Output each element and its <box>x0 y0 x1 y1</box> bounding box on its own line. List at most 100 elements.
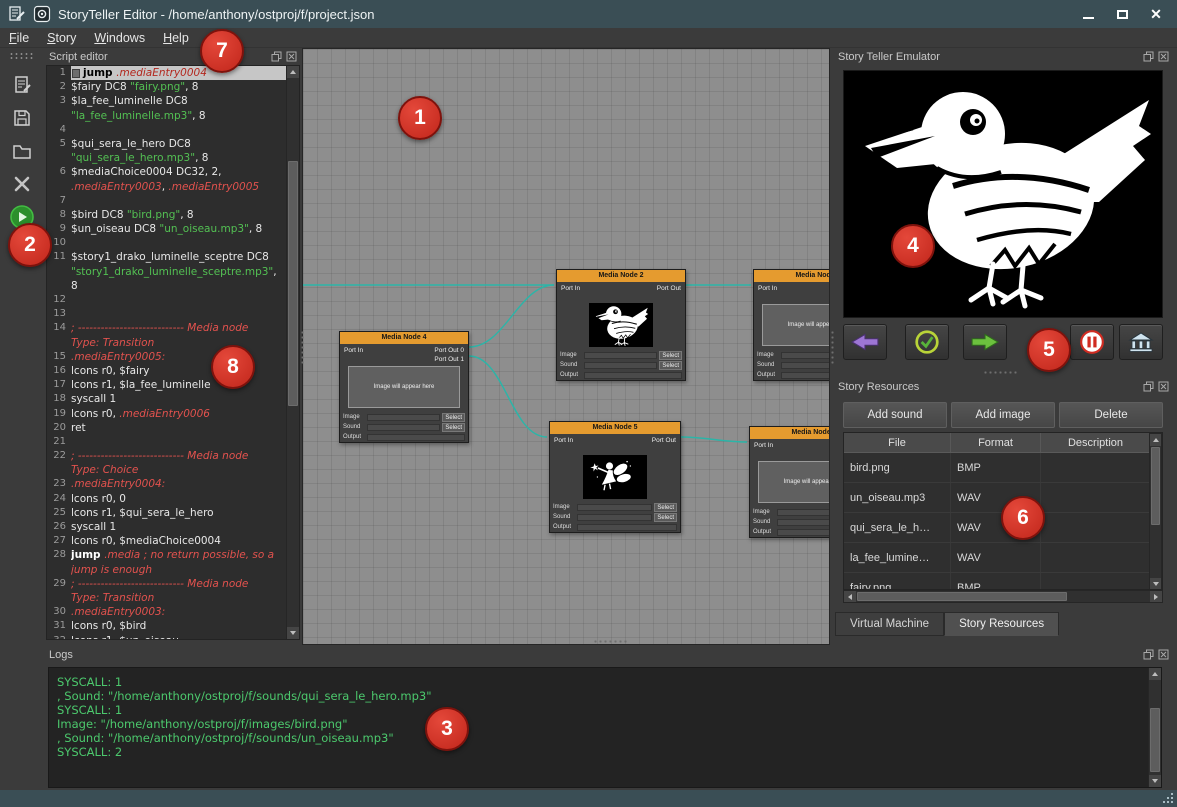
column-header-file[interactable]: File <box>844 433 951 452</box>
tab-story-resources[interactable]: Story Resources <box>944 612 1059 636</box>
port-in[interactable]: Port In <box>561 284 580 293</box>
code-text: lcons r1, $la_fee_luminelle <box>71 378 286 392</box>
graph-node[interactable]: Media Node 2Port InPort OutImageSelectSo… <box>556 269 686 381</box>
close-panel-icon[interactable] <box>1158 649 1169 660</box>
undock-icon[interactable] <box>1143 649 1154 660</box>
tab-virtual-machine[interactable]: Virtual Machine <box>835 612 944 636</box>
open-project-button[interactable] <box>7 137 37 165</box>
new-script-button[interactable] <box>7 71 37 99</box>
code-line: 6$mediaChoice0004 DC32, 2, <box>47 165 286 179</box>
scroll-up-button[interactable] <box>1149 668 1161 680</box>
table-row[interactable]: fairy.pngBMP <box>844 573 1162 590</box>
port-in[interactable]: Port In <box>758 284 777 293</box>
node-ports: Port In Port Out <box>557 282 685 302</box>
node-field-label: Sound <box>553 514 575 520</box>
table-horizontal-scrollbar[interactable] <box>843 590 1163 603</box>
node-field-row: ImageSelect <box>753 507 830 517</box>
node-graph-canvas[interactable]: Media Node 4Port InPort Out 0Port Out 1I… <box>302 48 830 645</box>
script-editor[interactable]: 1jump .mediaEntry00042$fairy DC8 "fairy.… <box>46 65 300 640</box>
emulator-home-button[interactable] <box>1119 324 1163 360</box>
close-panel-icon[interactable] <box>1158 381 1169 392</box>
emulator-next-button[interactable] <box>963 324 1007 360</box>
close-button[interactable]: ✕ <box>1147 6 1165 22</box>
add-image-button[interactable]: Add image <box>951 402 1055 428</box>
scroll-right-button[interactable] <box>1150 591 1162 602</box>
minimize-button[interactable] <box>1079 6 1097 22</box>
add-sound-button[interactable]: Add sound <box>843 402 947 428</box>
port-out[interactable]: Port Out 1 <box>434 355 464 364</box>
port-out[interactable]: Port Out <box>652 436 676 445</box>
scroll-left-button[interactable] <box>844 591 856 602</box>
node-title[interactable]: Media Node 4 <box>340 332 468 344</box>
code-line: 5$qui_sera_le_hero DC8 <box>47 137 286 151</box>
node-select-button[interactable]: Select <box>654 513 677 522</box>
node-title[interactable]: Media Node 5 <box>550 422 680 434</box>
column-header-format[interactable]: Format <box>951 433 1041 452</box>
undock-icon[interactable] <box>1143 51 1154 62</box>
port-out[interactable]: Port Out 0 <box>434 346 464 355</box>
port-in[interactable]: Port In <box>754 441 773 450</box>
scroll-up-button[interactable] <box>1150 434 1161 446</box>
annotation-badge: 1 <box>398 96 442 140</box>
graph-node[interactable]: Media Node 5Port InPort OutImageSelectSo… <box>549 421 681 533</box>
undock-icon[interactable] <box>1143 381 1154 392</box>
save-button[interactable] <box>7 104 37 132</box>
table-vertical-scrollbar[interactable] <box>1149 433 1162 590</box>
emulator-prev-button[interactable] <box>843 324 887 360</box>
node-title[interactable]: Media Node 6 <box>750 427 830 439</box>
scroll-down-button[interactable] <box>1150 578 1161 590</box>
close-panel-icon[interactable] <box>286 51 297 62</box>
node-title[interactable]: Media Node 2 <box>557 270 685 282</box>
menu-file[interactable]: File <box>0 30 38 46</box>
toolbar-drag-handle[interactable] <box>9 52 35 59</box>
scrollbar-thumb[interactable] <box>1151 447 1160 525</box>
scroll-up-button[interactable] <box>287 66 299 78</box>
scrollbar-thumb[interactable] <box>288 161 298 406</box>
undock-icon[interactable] <box>271 51 282 62</box>
port-in[interactable]: Port In <box>344 346 363 355</box>
code-line: 7 <box>47 194 286 208</box>
close-panel-icon[interactable] <box>1158 51 1169 62</box>
scrollbar-thumb[interactable] <box>857 592 1067 601</box>
node-select-button[interactable]: Select <box>659 351 682 360</box>
maximize-button[interactable] <box>1113 6 1131 22</box>
logs-scrollbar[interactable] <box>1148 668 1161 787</box>
column-header-description[interactable]: Description <box>1041 433 1151 452</box>
titlebar[interactable]: StoryTeller Editor - /home/anthony/ostpr… <box>0 0 1177 28</box>
menu-story[interactable]: Story <box>38 30 85 46</box>
scrollbar-thumb[interactable] <box>1150 708 1160 772</box>
line-number: 25 <box>47 506 71 520</box>
emulator-bird-image <box>850 74 1156 314</box>
script-editor-scrollbar[interactable] <box>286 66 299 639</box>
node-field-value <box>577 504 652 511</box>
node-select-button[interactable]: Select <box>442 423 465 432</box>
splitter-right-of-canvas[interactable] <box>830 330 835 364</box>
menu-help[interactable]: Help <box>154 30 198 46</box>
node-title[interactable]: Media Node 3 <box>754 270 830 282</box>
emulator-ok-button[interactable] <box>905 324 949 360</box>
line-number: 3 <box>47 94 71 108</box>
port-in[interactable]: Port In <box>554 436 573 445</box>
table-row[interactable]: bird.pngBMP <box>844 453 1162 483</box>
node-select-button[interactable]: Select <box>659 361 682 370</box>
graph-node[interactable]: Media Node 4Port InPort Out 0Port Out 1I… <box>339 331 469 443</box>
port-out[interactable]: Port Out <box>657 284 681 293</box>
code-text: ; ---------------------------- Media nod… <box>71 449 286 463</box>
node-field-value <box>367 424 440 431</box>
logs-output[interactable]: SYSCALL: 1, Sound: "/home/anthony/ostpro… <box>48 667 1162 788</box>
table-row[interactable]: la_fee_lumine…WAV <box>844 543 1162 573</box>
node-select-button[interactable]: Select <box>654 503 677 512</box>
emulator-pause-button[interactable] <box>1070 324 1114 360</box>
splitter-right-column[interactable] <box>983 370 1017 375</box>
node-select-button[interactable]: Select <box>442 413 465 422</box>
nodes-layer: Media Node 4Port InPort Out 0Port Out 1I… <box>303 49 829 644</box>
node-field-label: Output <box>553 524 575 530</box>
delete-button[interactable] <box>7 170 37 198</box>
delete-button[interactable]: Delete <box>1059 402 1163 428</box>
scroll-down-button[interactable] <box>1149 775 1161 787</box>
menu-windows[interactable]: Windows <box>85 30 154 46</box>
resize-grip[interactable] <box>1162 792 1173 803</box>
scroll-down-button[interactable] <box>287 627 299 639</box>
graph-node[interactable]: Media Node 6Port InPort OutImage will ap… <box>749 426 830 538</box>
graph-node[interactable]: Media Node 3Port InPort OutImage will ap… <box>753 269 830 381</box>
